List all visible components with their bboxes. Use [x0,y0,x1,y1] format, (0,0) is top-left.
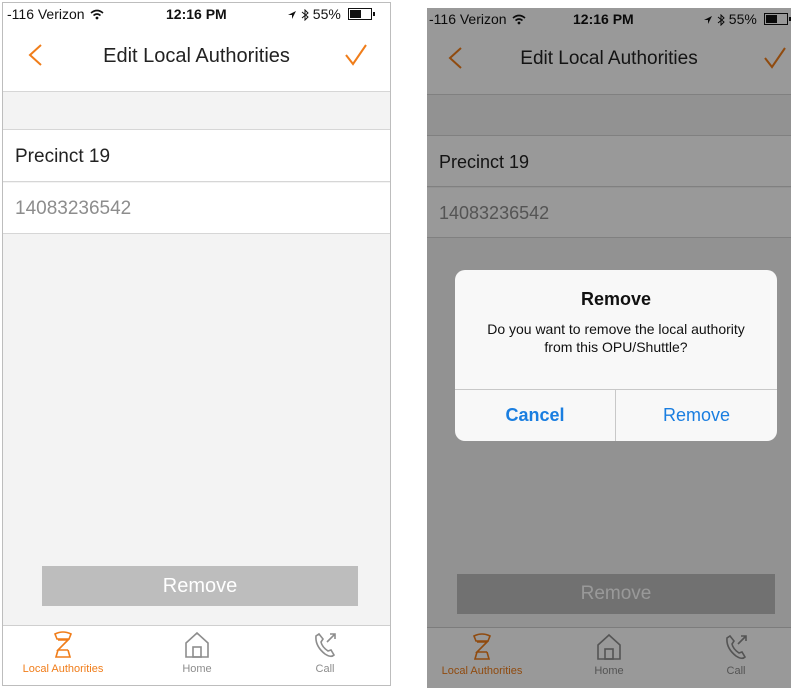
officer-icon [53,631,73,658]
wifi-icon [90,9,104,20]
confirm-remove-button[interactable]: Remove [616,390,777,441]
screen-remove-confirmation: -116 Verizon 12:16 PM 55% Edit Local Aut… [427,8,791,688]
cancel-button[interactable]: Cancel [455,390,616,441]
battery-level-fill [349,10,361,18]
page-title: Edit Local Authorities [103,45,290,67]
screen-edit-local-authorities: -116 Verizon 12:16 PM 55% Edit Local Aut… [2,2,391,686]
authority-name: Precinct 19 [15,146,111,167]
tab-call[interactable]: Call [270,630,380,675]
tab-local-authorities[interactable]: Local Authorities [8,630,118,675]
carrier-label: -116 Verizon [7,6,85,22]
status-bar: -116 Verizon 12:16 PM 55% [3,3,390,25]
bluetooth-icon [301,8,309,22]
location-arrow-icon [288,11,296,19]
authority-name-field[interactable]: Precinct 19 [3,129,390,182]
tab-home[interactable]: Home [142,630,252,675]
remove-alert-dialog: Remove Do you want to remove the local a… [455,270,777,441]
dialog-message: Do you want to remove the local authorit… [487,321,745,355]
battery-icon [347,8,375,20]
dialog-button-row: Cancel Remove [455,389,777,441]
tab-bar: Local Authorities Home Call [3,625,390,685]
remove-button[interactable]: Remove [42,566,358,606]
checkmark-icon[interactable] [344,43,368,67]
phone-icon [315,632,336,658]
tab-label: Call [315,663,335,675]
tab-label: Home [182,663,212,675]
authority-phone-field[interactable]: 14083236542 [3,183,390,234]
home-icon [185,631,209,658]
dialog-title: Remove [580,289,652,309]
authority-phone: 14083236542 [15,198,132,219]
navigation-bar: Edit Local Authorities [3,25,390,92]
clock: 12:16 PM [166,6,227,22]
tab-label: Local Authorities [22,663,104,675]
battery-percent: 55% [312,6,341,22]
